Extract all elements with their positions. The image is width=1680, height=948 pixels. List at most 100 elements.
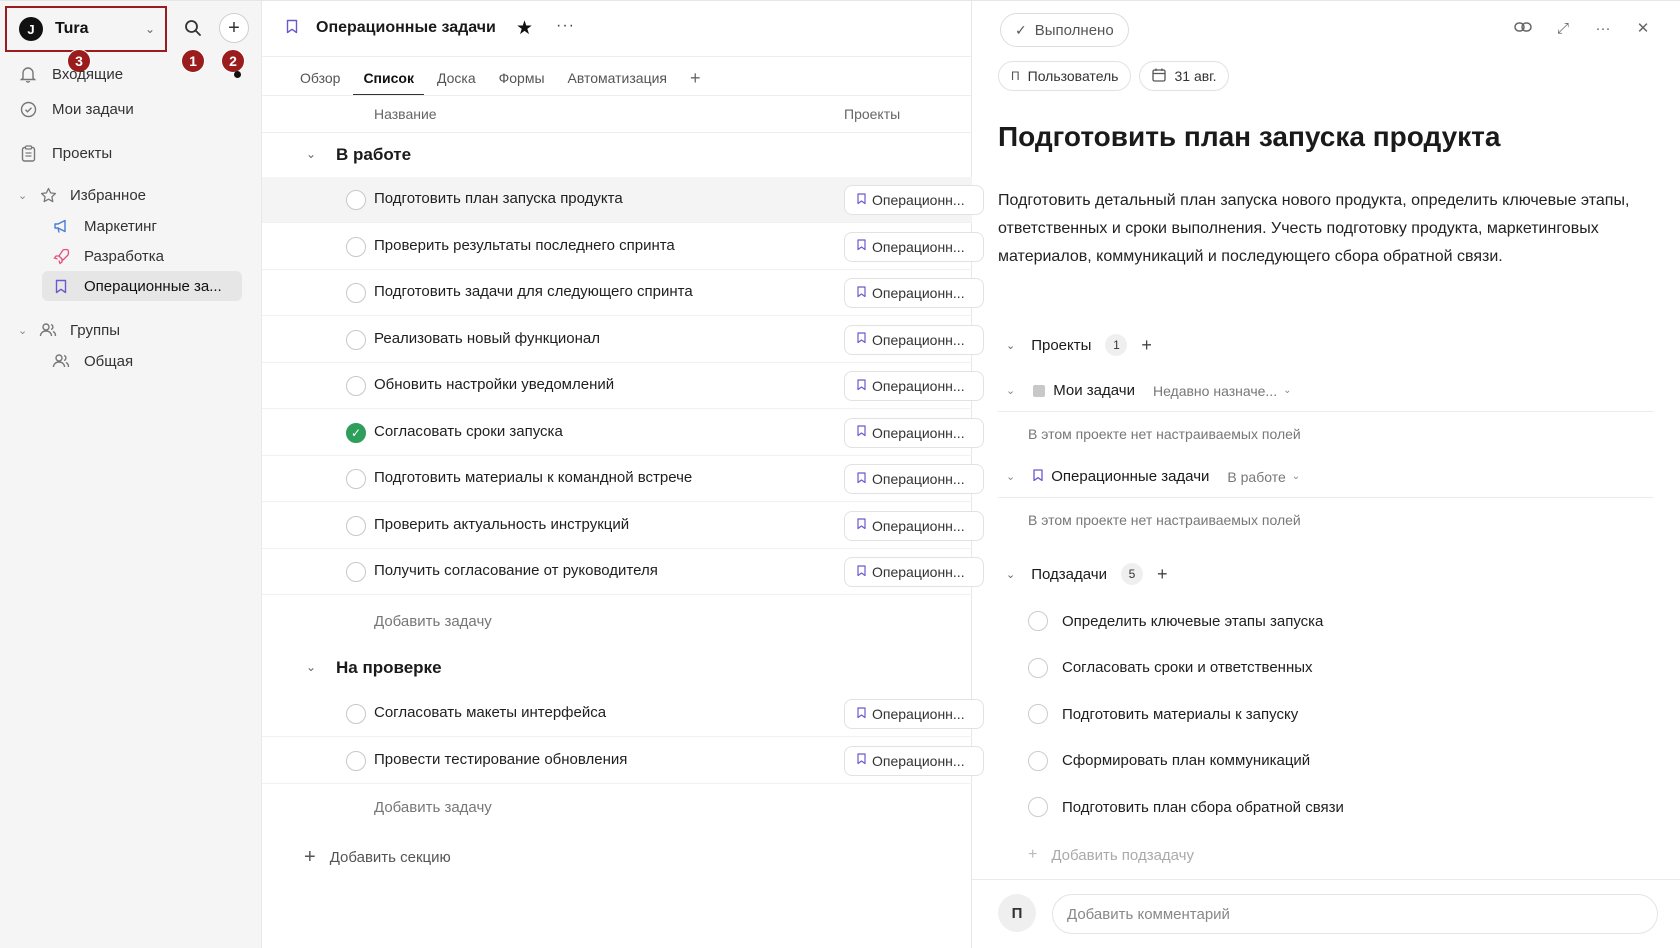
comment-input[interactable] [1052,894,1658,934]
table-row[interactable]: Получить согласование от руководителя Опе… [262,549,984,595]
task-name[interactable]: Согласовать макеты интерфейса [374,704,606,721]
project-pill[interactable]: Операционн... [844,699,984,729]
subtask-checkbox[interactable] [1028,797,1048,817]
tab-board[interactable]: Доска [437,62,476,94]
more-options-icon[interactable]: ··· [1594,20,1612,37]
tab-overview[interactable]: Обзор [300,62,340,94]
sidebar-item-projects[interactable]: Проекты [18,138,112,168]
projects-group-header[interactable]: ⌄ Проекты 1 + [1006,334,1152,356]
subtask-checkbox[interactable] [1028,657,1048,678]
add-task-button[interactable]: Добавить задачу [374,613,492,630]
table-row[interactable]: Подготовить план запуска продукта Операци… [262,177,984,223]
column-projects-header[interactable]: Проекты [844,106,900,122]
task-title[interactable]: Подготовить план запуска продукта [998,121,1500,153]
more-options-icon[interactable]: ··· [556,17,575,35]
sidebar-item-inbox[interactable]: Входящие [18,59,123,89]
project-pill[interactable]: Операционн... [844,278,984,308]
table-row[interactable]: Реализовать новый функционал Операционн..… [262,317,984,363]
project-line-operational-tasks[interactable]: ⌄ Операционные задачи В работе ⌄ [1006,468,1300,485]
column-name-header[interactable]: Название [374,106,437,122]
completed-checkbox[interactable]: ✓ [346,422,366,443]
tab-automation[interactable]: Автоматизация [568,62,667,94]
add-task-button[interactable]: Добавить задачу [374,799,492,816]
add-section-button[interactable]: + Добавить секцию [304,846,451,869]
task-name[interactable]: Проверить актуальность инструкций [374,516,629,533]
project-line-status[interactable]: Недавно назначе... [1153,383,1277,399]
task-name[interactable]: Получить согласование от руководителя [374,562,658,579]
task-checkbox[interactable] [346,562,366,582]
expand-icon[interactable]: ⤢ [1554,20,1572,37]
favorites-section-toggle[interactable]: ⌄ Избранное [18,180,146,210]
section-title-in-progress[interactable]: В работе [336,145,411,165]
subtask-row[interactable]: Сформировать план коммуникаций [1028,750,1310,771]
sidebar-item-general-group[interactable]: Общая [42,346,242,376]
close-icon[interactable]: ✕ [1634,19,1652,37]
project-pill[interactable]: Операционн... [844,510,984,541]
sidebar-item-my-tasks[interactable]: Мои задачи [18,94,134,124]
task-name[interactable]: Подготовить план запуска продукта [374,190,623,207]
task-checkbox[interactable] [346,376,366,396]
table-row[interactable]: Проверить результаты последнего спринта О… [262,224,984,270]
task-checkbox[interactable] [346,190,366,210]
groups-section-toggle[interactable]: ⌄ Группы [18,315,120,345]
star-filled-icon[interactable]: ★ [516,17,533,40]
chevron-down-icon[interactable]: ⌄ [306,147,316,161]
subtask-checkbox[interactable] [1028,611,1048,631]
workspace-switcher[interactable]: J Tura ⌄ [5,6,167,52]
table-row[interactable]: Провести тестирование обновления Операцио… [262,738,984,784]
project-line-status[interactable]: В работе [1227,469,1285,485]
sidebar-item-development[interactable]: Разработка [42,241,242,271]
table-row[interactable]: ✓ Согласовать сроки запуска Операционн... [262,410,984,456]
project-line-my-tasks[interactable]: ⌄ Мои задачи Недавно назначе... ⌄ [1006,382,1291,399]
table-row[interactable]: Обновить настройки уведомлений Операционн… [262,363,984,409]
task-name[interactable]: Обновить настройки уведомлений [374,376,614,393]
subtask-row[interactable]: Определить ключевые этапы запуска [1028,611,1323,631]
task-description[interactable]: Подготовить детальный план запуска новог… [998,187,1638,271]
task-name[interactable]: Согласовать сроки запуска [374,423,563,440]
table-row[interactable]: Проверить актуальность инструкций Операци… [262,503,984,549]
subtask-row[interactable]: Подготовить план сбора обратной связи [1028,797,1344,817]
chevron-down-icon[interactable]: ⌄ [306,660,316,674]
task-checkbox[interactable] [346,515,366,536]
subtask-name[interactable]: Согласовать сроки и ответственных [1062,659,1313,676]
subtask-checkbox[interactable] [1028,704,1048,724]
subtask-name[interactable]: Сформировать план коммуникаций [1062,752,1310,769]
task-name[interactable]: Провести тестирование обновления [374,751,627,768]
tab-forms[interactable]: Формы [499,62,545,94]
add-project-icon[interactable]: + [1141,335,1152,356]
tab-list[interactable]: Список [353,62,424,96]
subtasks-group-header[interactable]: ⌄ Подзадачи 5 + [1006,563,1167,585]
section-title-in-review[interactable]: На проверке [336,658,442,678]
subtask-row[interactable]: Подготовить материалы к запуску [1028,704,1298,724]
sidebar-item-marketing[interactable]: Маркетинг [42,211,242,241]
table-row[interactable]: Согласовать макеты интерфейса Операционн.… [262,691,984,737]
sidebar-item-operational-tasks[interactable]: Операционные за... [42,271,242,301]
task-checkbox[interactable] [346,329,366,350]
subtask-row[interactable]: Согласовать сроки и ответственных [1028,657,1313,678]
subtask-name[interactable]: Подготовить план сбора обратной связи [1062,799,1344,816]
subtask-checkbox[interactable] [1028,750,1048,771]
task-name[interactable]: Подготовить материалы к командной встреч… [374,469,692,486]
task-name[interactable]: Подготовить задачи для следующего спринт… [374,283,693,300]
project-pill[interactable]: Операционн... [844,557,984,587]
mark-done-button[interactable]: ✓ Выполнено [1000,13,1129,47]
task-checkbox[interactable] [346,236,366,257]
create-button[interactable]: + [219,13,249,43]
project-pill[interactable]: Операционн... [844,464,984,494]
task-checkbox[interactable] [346,469,366,489]
table-row[interactable]: Подготовить материалы к командной встреч… [262,456,984,502]
task-checkbox[interactable] [346,750,366,771]
link-icon[interactable] [1514,20,1532,37]
add-subtask-button[interactable]: + Добавить подзадачу [1028,846,1194,864]
project-pill[interactable]: Операционн... [844,185,984,215]
search-icon[interactable] [180,15,206,41]
add-subtask-icon[interactable]: + [1157,564,1168,585]
project-pill[interactable]: Операционн... [844,324,984,355]
project-pill[interactable]: Операционн... [844,371,984,401]
table-row[interactable]: Подготовить задачи для следующего спринт… [262,270,984,316]
add-tab-icon[interactable]: + [690,68,701,89]
subtask-name[interactable]: Подготовить материалы к запуску [1062,706,1298,723]
project-pill[interactable]: Операционн... [844,417,984,448]
project-pill[interactable]: Операционн... [844,231,984,262]
task-name[interactable]: Реализовать новый функционал [374,330,600,347]
